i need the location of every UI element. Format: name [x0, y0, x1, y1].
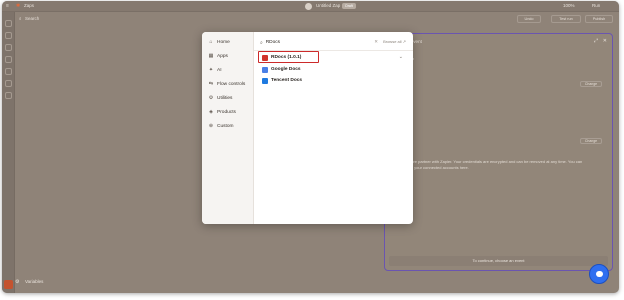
browse-all-link[interactable]: Browse all ↗: [383, 39, 406, 44]
change-account-button[interactable]: Change: [580, 138, 602, 144]
app-selected: Entrie 1.0.0: [389, 82, 608, 87]
category-label: Custom: [217, 123, 234, 129]
security-note-line1: This is a secure partner with Zapier. Yo…: [389, 159, 583, 164]
app-row-label: App: [407, 56, 608, 61]
category-label: Flow controls: [217, 81, 246, 87]
category-ai[interactable]: ✦ AI: [208, 66, 222, 74]
search-label[interactable]: Search: [25, 16, 39, 21]
result-tencent-docs[interactable]: Tencent Docs: [262, 76, 302, 85]
browse-all-label: Browse all: [383, 39, 402, 44]
canvas-toolbar: ⌕ Search Undo Test run Publish: [15, 12, 619, 26]
app-search-input[interactable]: ⌕ RDocs ✕ Browse all ↗: [260, 37, 406, 48]
change-app-button[interactable]: Change: [580, 81, 602, 87]
category-label: Utilities: [217, 95, 233, 101]
variables-icon[interactable]: ⚙: [15, 279, 19, 285]
sidebar-item-interfaces[interactable]: [5, 56, 12, 63]
apps-icon: ▦: [208, 53, 214, 59]
sidebar-item-history[interactable]: [5, 68, 12, 75]
result-label: Google Docs: [271, 67, 301, 72]
left-sidebar: [2, 12, 15, 293]
sidebar-item-zaps[interactable]: [5, 32, 12, 39]
doc-title[interactable]: Untitled Zap: [316, 3, 340, 8]
result-label: Tencent Docs: [271, 78, 303, 83]
chat-support-button[interactable]: [589, 264, 609, 284]
event-row-label: Event: [389, 108, 608, 113]
category-list: ⌂ Home ▦ Apps ✦ AI ⇆ Flow controls ⚙ Uti…: [202, 32, 254, 224]
ai-icon: ✦: [208, 67, 214, 73]
top-bar: ≡ ✱ Zaps Untitled Zap Draft 100% Run: [2, 1, 619, 12]
results-pane: ⌕ RDocs ✕ Browse all ↗ RDocs (1.0.1) ⌄ G…: [254, 32, 413, 224]
continue-hint: To continue, choose an event: [389, 256, 608, 266]
category-label: AI: [217, 67, 222, 73]
status-badge: Draft: [342, 3, 356, 9]
sidebar-item-apps[interactable]: [5, 80, 12, 87]
brand-logo: [4, 280, 13, 289]
expand-icon[interactable]: ⤢: [594, 38, 598, 44]
products-icon: ◈: [209, 109, 213, 115]
search-icon: ⌕: [260, 40, 263, 46]
sidebar-item-more[interactable]: [5, 92, 12, 99]
home-icon: ⌂: [209, 39, 213, 45]
zoom-level[interactable]: 100%: [563, 3, 575, 8]
custom-icon: ⊕: [208, 123, 214, 129]
tencent-docs-logo-icon: [262, 77, 268, 84]
menu-icon[interactable]: ≡: [6, 3, 9, 9]
category-custom[interactable]: ⊕ Custom: [208, 122, 234, 130]
flow-controls-icon: ⇆: [208, 81, 214, 87]
search-value[interactable]: RDocs: [266, 40, 280, 45]
run-button[interactable]: Run: [592, 3, 600, 8]
app-picker-modal: ⌂ Home ▦ Apps ✦ AI ⇆ Flow controls ⚙ Uti…: [202, 32, 413, 224]
bottom-bar: ⚙ Variables: [15, 276, 315, 288]
category-label: Home: [217, 39, 230, 45]
security-note-line2[interactable]: manage all of your connected accounts he…: [389, 165, 608, 170]
category-products[interactable]: ◈ Products: [208, 108, 236, 116]
google-docs-logo-icon: [262, 66, 268, 73]
close-icon[interactable]: ✕: [603, 38, 607, 44]
category-label: Products: [217, 109, 236, 115]
result-google-docs[interactable]: Google Docs: [262, 65, 301, 74]
app-name[interactable]: Zaps: [24, 3, 34, 8]
category-apps[interactable]: ▦ Apps: [208, 52, 228, 60]
category-home[interactable]: ⌂ Home: [208, 38, 230, 46]
undo-button[interactable]: Undo: [517, 15, 541, 23]
publish-button[interactable]: Publish: [585, 15, 613, 23]
panel-header: Select the event: [389, 39, 422, 44]
variables-label[interactable]: Variables: [25, 279, 43, 284]
avatar: [305, 3, 312, 10]
account-row-label: Account: [389, 134, 608, 139]
sidebar-item-home[interactable]: [5, 20, 12, 27]
category-flow-controls[interactable]: ⇆ Flow controls: [208, 80, 245, 88]
search-icon[interactable]: ⌕: [19, 16, 22, 21]
chevron-down-icon[interactable]: ⌄: [399, 54, 403, 60]
category-utilities[interactable]: ⚙ Utilities: [208, 94, 233, 102]
selection-highlight: [258, 51, 319, 63]
utilities-icon: ⚙: [208, 95, 214, 101]
clear-search-icon[interactable]: ✕: [374, 39, 378, 45]
test-run-button[interactable]: Test run: [551, 15, 581, 23]
zap-logo-icon: ✱: [16, 3, 21, 9]
sidebar-item-tables[interactable]: [5, 44, 12, 51]
category-label: Apps: [217, 53, 228, 59]
step-config-panel: Select the event ⤢ ✕ App Entrie 1.0.0 Ch…: [384, 33, 613, 271]
